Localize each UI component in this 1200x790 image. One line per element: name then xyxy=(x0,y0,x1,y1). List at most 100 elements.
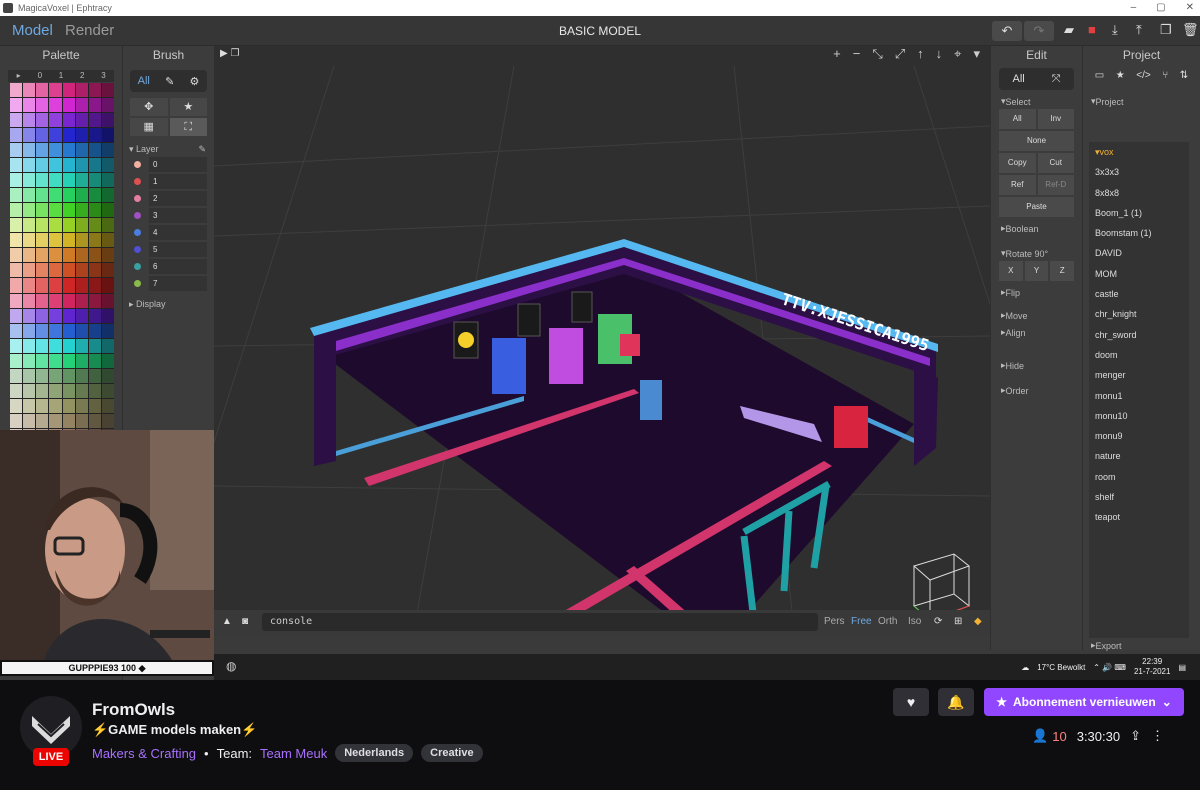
fullscreen-icon[interactable]: ⤧ xyxy=(1052,73,1061,86)
palette-swatch[interactable] xyxy=(10,248,23,263)
gear-icon[interactable]: ⚙ xyxy=(190,75,200,88)
palette-swatch[interactable] xyxy=(75,368,88,383)
ref-d-button[interactable]: Ref-D xyxy=(1037,175,1074,195)
palette-swatch[interactable] xyxy=(62,413,75,428)
palette-swatch[interactable] xyxy=(23,218,36,233)
project-file[interactable]: teapot xyxy=(1089,507,1189,527)
close-icon[interactable]: ✕ xyxy=(1186,0,1194,16)
palette-swatch[interactable] xyxy=(62,128,75,143)
palette-swatch[interactable] xyxy=(10,173,23,188)
zoom-in-icon[interactable]: + xyxy=(833,46,841,66)
palette-swatch[interactable] xyxy=(88,278,101,293)
palette-swatch[interactable] xyxy=(101,308,114,323)
edit-all-tab[interactable]: All xyxy=(1012,73,1024,85)
layer-row[interactable]: 1 xyxy=(130,174,207,189)
zoom-out-icon[interactable]: − xyxy=(853,46,861,66)
tree-icon[interactable]: ⑂ xyxy=(1162,70,1168,90)
palette-swatch[interactable] xyxy=(101,323,114,338)
palette-swatch[interactable] xyxy=(88,398,101,413)
palette-swatch[interactable] xyxy=(10,218,23,233)
shrink-icon[interactable]: ⤡ xyxy=(872,46,882,66)
copy-button[interactable]: Copy xyxy=(999,153,1036,173)
paste-button[interactable]: Paste xyxy=(999,197,1074,217)
layer-row[interactable]: 3 xyxy=(130,208,207,223)
layer-row[interactable]: 5 xyxy=(130,242,207,257)
boolean-section[interactable]: ▸ Boolean xyxy=(991,217,1082,234)
project-file[interactable]: castle xyxy=(1089,284,1189,304)
palette-swatch[interactable] xyxy=(36,113,49,128)
layer-color-dot[interactable] xyxy=(134,161,141,168)
palette-swatch[interactable] xyxy=(62,293,75,308)
palette-swatch[interactable] xyxy=(88,98,101,113)
select-none-button[interactable]: None xyxy=(999,131,1074,151)
export-icon[interactable]: ⤒ xyxy=(1136,22,1142,38)
share-icon[interactable]: ⇪ xyxy=(1130,728,1141,744)
palette-swatch[interactable] xyxy=(49,218,62,233)
palette-swatch[interactable] xyxy=(88,338,101,353)
flip-section[interactable]: ▸ Flip xyxy=(991,281,1082,298)
palette-swatch[interactable] xyxy=(49,263,62,278)
palette-swatch[interactable] xyxy=(36,293,49,308)
palette-swatch[interactable] xyxy=(23,188,36,203)
order-section[interactable]: ▸ Order xyxy=(991,379,1082,396)
palette-swatch[interactable] xyxy=(62,98,75,113)
palette-swatch[interactable] xyxy=(101,368,114,383)
palette-swatch[interactable] xyxy=(23,158,36,173)
copy-icon[interactable]: ❐ xyxy=(1160,22,1172,38)
palette-swatch[interactable] xyxy=(88,158,101,173)
palette-swatch[interactable] xyxy=(75,203,88,218)
palette-swatch[interactable] xyxy=(36,173,49,188)
align-section[interactable]: ▸ Align xyxy=(991,321,1082,338)
palette-swatch[interactable] xyxy=(10,353,23,368)
palette-swatch[interactable] xyxy=(75,293,88,308)
palette-swatch[interactable] xyxy=(62,248,75,263)
palette-swatch[interactable] xyxy=(75,158,88,173)
project-file[interactable]: doom xyxy=(1089,345,1189,365)
palette-swatch[interactable] xyxy=(62,278,75,293)
redo-button[interactable]: ↷ xyxy=(1024,21,1054,41)
clock[interactable]: 22:39 21-7-2021 xyxy=(1134,657,1170,677)
palette-swatch[interactable] xyxy=(36,398,49,413)
project-file[interactable]: monu9 xyxy=(1089,426,1189,446)
palette-swatch[interactable] xyxy=(75,98,88,113)
palette-swatch[interactable] xyxy=(62,203,75,218)
taskbar-app-icon[interactable]: ◍ xyxy=(226,659,236,673)
palette-swatch[interactable] xyxy=(36,413,49,428)
palette-swatch[interactable] xyxy=(49,368,62,383)
rotate-x-button[interactable]: X xyxy=(999,261,1023,281)
palette-swatch[interactable] xyxy=(10,413,23,428)
palette-swatch[interactable] xyxy=(62,308,75,323)
tray-icons[interactable]: ⌃ 🔊 ⌨ xyxy=(1093,663,1126,672)
palette-swatch[interactable] xyxy=(75,113,88,128)
palette-swatch[interactable] xyxy=(62,263,75,278)
palette-swatch[interactable] xyxy=(10,323,23,338)
palette-swatch[interactable] xyxy=(23,323,36,338)
pencil-icon[interactable]: ✎ xyxy=(165,75,174,88)
project-file[interactable]: shelf xyxy=(1089,487,1189,507)
minimize-icon[interactable]: – xyxy=(1131,0,1137,16)
palette-swatch[interactable] xyxy=(49,278,62,293)
channel-name[interactable]: FromOwls xyxy=(92,700,175,720)
layer-row[interactable]: 7 xyxy=(130,276,207,291)
palette-swatch[interactable] xyxy=(23,293,36,308)
palette-swatch[interactable] xyxy=(88,323,101,338)
palette-swatch[interactable] xyxy=(36,203,49,218)
palette-swatch[interactable] xyxy=(49,383,62,398)
palette-swatch[interactable] xyxy=(10,383,23,398)
palette-swatch[interactable] xyxy=(49,353,62,368)
palette-swatch[interactable] xyxy=(49,338,62,353)
palette-swatch[interactable] xyxy=(10,293,23,308)
palette-swatch[interactable] xyxy=(10,233,23,248)
palette-swatch[interactable] xyxy=(49,173,62,188)
rotate-section[interactable]: ▾ Rotate 90° xyxy=(991,242,1082,259)
palette-swatch[interactable] xyxy=(10,188,23,203)
select-inv-button[interactable]: Inv xyxy=(1037,109,1074,129)
palette-swatch[interactable] xyxy=(88,113,101,128)
palette-swatch[interactable] xyxy=(23,413,36,428)
palette-swatch[interactable] xyxy=(88,173,101,188)
palette-tab[interactable]: 0 xyxy=(29,70,50,82)
category-link[interactable]: Makers & Crafting xyxy=(92,746,196,761)
palette-swatch[interactable] xyxy=(62,398,75,413)
palette-swatch[interactable] xyxy=(36,83,49,98)
palette-swatch[interactable] xyxy=(75,128,88,143)
